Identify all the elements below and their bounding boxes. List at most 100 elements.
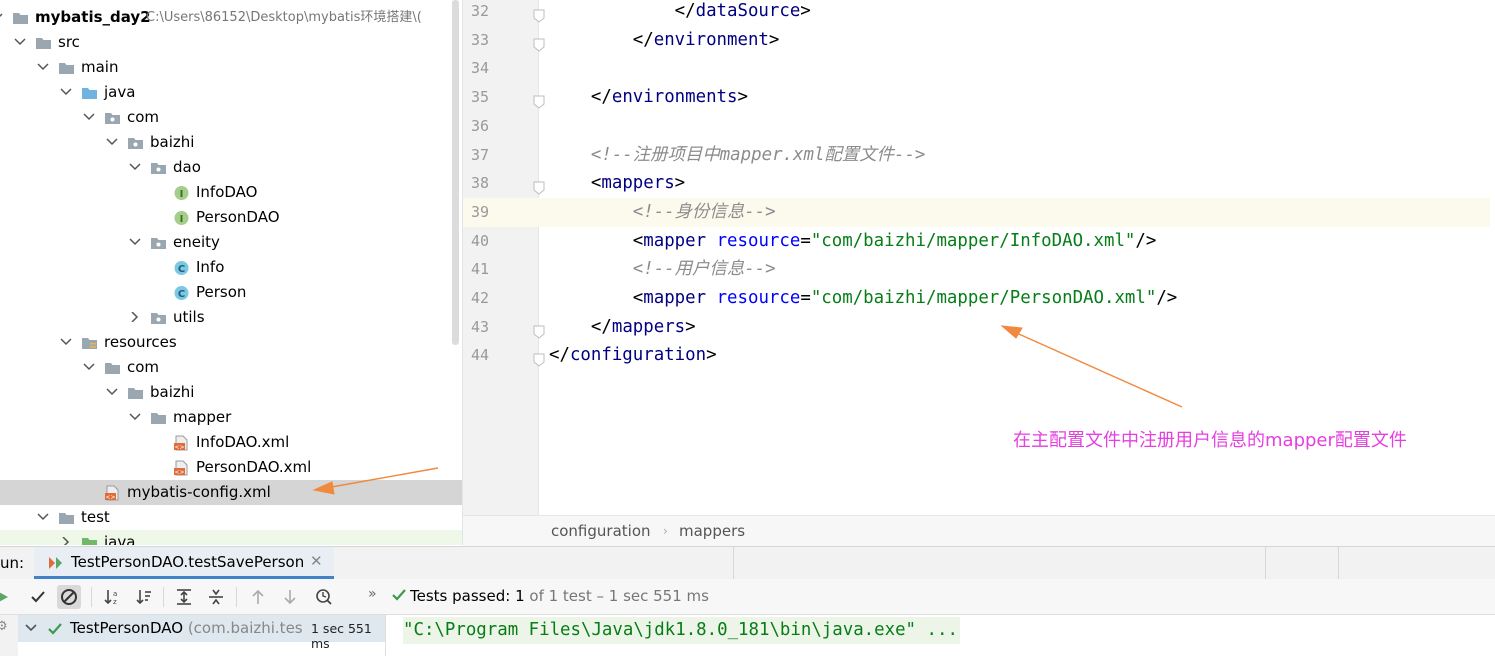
chevron-down-icon[interactable] [0, 5, 5, 30]
chevron-right-icon[interactable] [129, 305, 143, 330]
tree-item-infodao-xml[interactable]: <> InfoDAO.xml [0, 430, 462, 455]
expand-all-icon[interactable] [172, 585, 196, 609]
chevron-down-icon[interactable] [14, 30, 28, 55]
next-test-icon[interactable] [278, 585, 302, 609]
test-source-folder-icon [81, 534, 98, 545]
tree-item-info[interactable]: C Info [0, 255, 462, 280]
sort-alphabetically-icon[interactable]: az [100, 585, 124, 609]
chevron-down-icon[interactable] [60, 80, 74, 105]
xml-file-icon: <> [104, 484, 121, 501]
folder-icon [58, 59, 75, 75]
code-line[interactable]: 37 <!--注册项目中mapper.xml配置文件--> [463, 141, 1495, 170]
fold-marker-icon[interactable] [533, 348, 545, 377]
chevron-down-icon[interactable] [129, 155, 143, 180]
class-icon: C [173, 284, 190, 300]
rerun-icon[interactable] [0, 585, 14, 609]
tree-item-persondao[interactable]: I PersonDAO [0, 205, 462, 230]
tree-item-resources[interactable]: resources [0, 330, 462, 355]
folder-icon [150, 409, 167, 425]
code-line[interactable]: 40 <mapper resource="com/baizhi/mapper/I… [463, 227, 1495, 256]
tests-passed-detail: of 1 test – 1 sec 551 ms [529, 587, 709, 605]
tests-passed-count: 1 [515, 587, 525, 605]
chevron-down-icon[interactable] [129, 405, 143, 430]
tree-item-dao[interactable]: dao [0, 155, 462, 180]
chevron-down-icon[interactable] [129, 230, 143, 255]
chevron-down-icon[interactable] [106, 130, 120, 155]
chevron-down-icon[interactable] [37, 55, 51, 80]
tree-item-mybatis-config-xml[interactable]: <> mybatis-config.xml [0, 480, 462, 505]
tree-item-mapper[interactable]: mapper [0, 405, 462, 430]
tree-item-infodao[interactable]: I InfoDAO [0, 180, 462, 205]
run-toolbar: az » Tests passed: 1 of 1 test – 1 sec 5… [0, 579, 1495, 615]
run-left-strip: ⚙ [0, 615, 18, 656]
show-ignored-icon[interactable] [57, 585, 81, 609]
run-divider[interactable] [385, 615, 386, 656]
line-number: 32 [470, 2, 489, 20]
code-text: <mappers> [590, 173, 686, 194]
tree-item-main[interactable]: main [0, 55, 462, 80]
chevron-down-icon[interactable] [83, 355, 97, 380]
code-line[interactable]: 41 <!--用户信息--> [463, 255, 1495, 284]
test-run-icon [49, 557, 62, 569]
tree-item-java[interactable]: java [0, 530, 462, 545]
chevron-down-icon[interactable] [37, 505, 51, 530]
tree-item-com[interactable]: com [0, 355, 462, 380]
toolbar-divider [236, 587, 237, 607]
code-line[interactable]: 34 [463, 54, 1495, 83]
code-line[interactable]: 35 </environments> [463, 83, 1495, 112]
previous-test-icon[interactable] [246, 585, 270, 609]
chevron-down-icon[interactable] [60, 330, 74, 355]
breadcrumb: configuration › mappers [463, 515, 1495, 546]
run-body: ⚙ TestPersonDAO (com.baizhi.tes 1 sec 55… [0, 615, 1495, 656]
code-line[interactable]: 39 <!--身份信息--> [463, 197, 1495, 227]
chevron-down-icon[interactable] [106, 380, 120, 405]
chevron-down-icon[interactable] [25, 624, 37, 632]
rerun-failed-icon[interactable]: ⚙ [0, 619, 8, 634]
folder-icon [12, 9, 29, 25]
interface-icon: I [173, 184, 190, 200]
collapse-all-icon[interactable] [204, 585, 228, 609]
test-tree-row[interactable]: TestPersonDAO (com.baizhi.tes 1 sec 551 … [18, 615, 385, 651]
tree-item-baizhi[interactable]: baizhi [0, 380, 462, 405]
tree-item-java[interactable]: java [0, 80, 462, 105]
chevron-right-icon[interactable] [60, 530, 74, 545]
breadcrumb-item-configuration[interactable]: configuration [551, 522, 651, 540]
tree-item-test[interactable]: test [0, 505, 462, 530]
tree-item-label: utils [173, 308, 205, 326]
breadcrumb-item-mappers[interactable]: mappers [679, 522, 745, 540]
svg-text:C: C [178, 264, 185, 275]
tree-item-com[interactable]: com [0, 105, 462, 130]
tree-item-eneity[interactable]: eneity [0, 230, 462, 255]
more-chevron-icon[interactable]: » [368, 586, 377, 602]
tree-item-baizhi[interactable]: baizhi [0, 130, 462, 155]
close-icon[interactable]: ✕ [310, 552, 323, 570]
tree-item-src[interactable]: src [0, 30, 462, 55]
code-line[interactable]: 32 </dataSource> [463, 0, 1495, 26]
xml-file-icon: <> [173, 434, 190, 451]
code-line[interactable]: 42 <mapper resource="com/baizhi/mapper/P… [463, 284, 1495, 313]
tree-item-persondao-xml[interactable]: <> PersonDAO.xml [0, 455, 462, 480]
code-text: </environment> [632, 29, 780, 50]
tree-item-label: java [104, 533, 136, 545]
code-line[interactable]: 43 </mappers> [463, 313, 1495, 342]
tree-item-project-root[interactable]: mybatis_day2 C:\Users\86152\Desktop\mybat… [0, 5, 462, 30]
run-label: un: [0, 554, 25, 572]
code-line[interactable]: 36 [463, 112, 1495, 141]
sort-by-duration-icon[interactable] [132, 585, 156, 609]
svg-text:<>: <> [105, 494, 115, 501]
chevron-down-icon[interactable] [83, 105, 97, 130]
tree-item-label: mybatis-config.xml [127, 483, 271, 501]
test-history-icon[interactable] [312, 585, 336, 609]
code-line[interactable]: 33 </environment> [463, 26, 1495, 55]
tree-scrollbar[interactable] [452, 0, 459, 345]
code-line[interactable]: 44 </configuration> [463, 341, 1495, 370]
tree-item-utils[interactable]: utils [0, 305, 462, 330]
run-tab[interactable]: TestPersonDAO.testSavePerson ✕ [34, 547, 334, 579]
tests-passed-status: Tests passed: 1 of 1 test – 1 sec 551 ms [392, 587, 709, 605]
show-passed-icon[interactable] [26, 585, 50, 609]
tree-item-person[interactable]: C Person [0, 280, 462, 305]
code-text: <mapper resource="com/baizhi/mapper/Pers… [632, 288, 1178, 308]
tab-bar-divider [1338, 547, 1339, 580]
tree-item-label: PersonDAO.xml [196, 458, 312, 476]
code-line[interactable]: 38 <mappers> [463, 169, 1495, 198]
